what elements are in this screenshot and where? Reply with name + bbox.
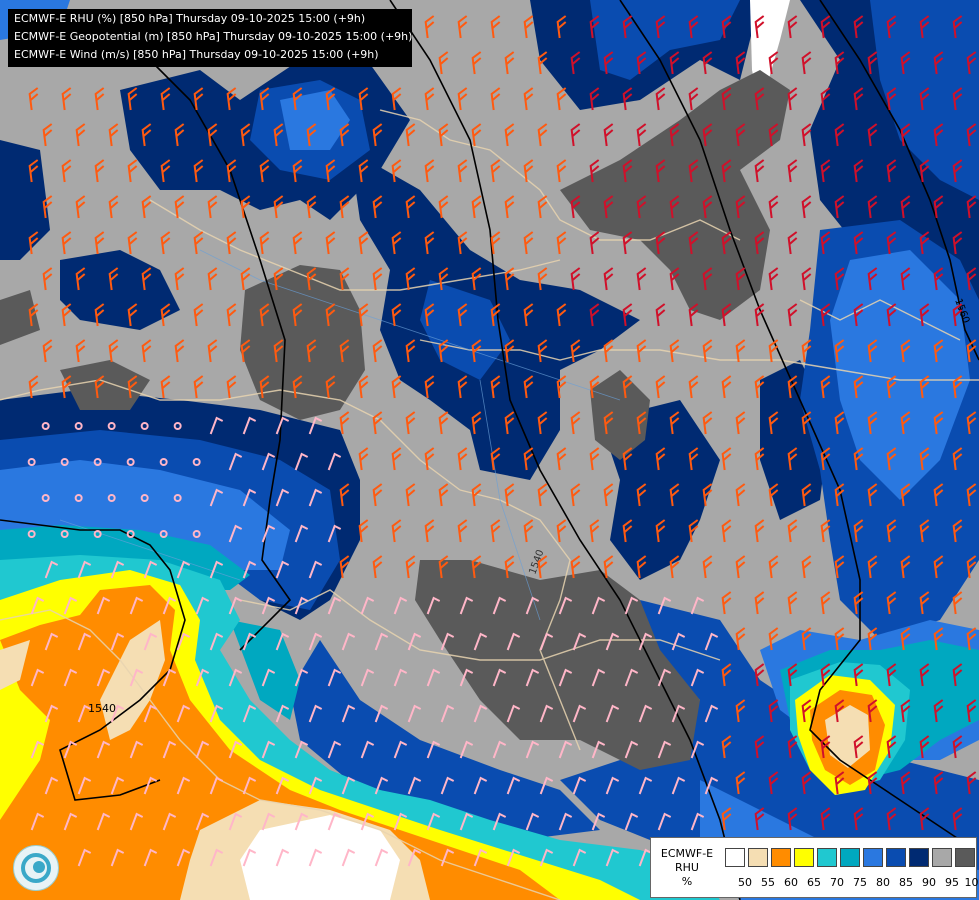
legend-tick-label: 70	[830, 876, 844, 889]
legend-tick-label: 50	[738, 876, 752, 889]
legend-swatch	[886, 848, 906, 867]
legend-label: ECMWF-E RHU %	[655, 847, 719, 889]
legend-swatch	[794, 848, 814, 867]
legend-swatch	[909, 848, 929, 867]
legend-variable: RHU	[675, 861, 699, 874]
title-geopotential: ECMWF-E Geopotential (m) [850 hPa] Thurs…	[14, 30, 413, 43]
legend-swatch	[817, 848, 837, 867]
title-wind: ECMWF-E Wind (m/s) [850 hPa] Thursday 09…	[14, 48, 379, 61]
legend-tick-label: 65	[807, 876, 821, 889]
legend-unit: %	[681, 875, 693, 888]
legend-tick-label: 90	[922, 876, 936, 889]
legend-swatch	[771, 848, 791, 867]
legend-swatch	[932, 848, 952, 867]
legend-swatch	[955, 848, 975, 867]
legend-swatch	[840, 848, 860, 867]
legend-tick-label: 95	[945, 876, 959, 889]
legend-swatch	[748, 848, 768, 867]
legend-swatch	[863, 848, 883, 867]
legend-tick-label: 85	[899, 876, 913, 889]
legend-tick-label: 75	[853, 876, 867, 889]
legend: ECMWF-E RHU % 50 55 60 65 70 75 80 85 90 95 100	[650, 837, 979, 898]
logo-icon	[13, 845, 59, 891]
title-box: ECMWF-E RHU (%) [850 hPa] Thursday 09-10…	[8, 9, 412, 67]
legend-tick-label: 80	[876, 876, 890, 889]
legend-tick-label: 60	[784, 876, 798, 889]
contour-label-1: 1540	[88, 702, 116, 715]
weather-map: 1540 1540 1560	[0, 0, 979, 900]
legend-model: ECMWF-E	[660, 847, 714, 860]
legend-tick-label: 100	[964, 876, 979, 889]
legend-tick-label: 55	[761, 876, 775, 889]
legend-swatch	[725, 848, 745, 867]
title-rhu: ECMWF-E RHU (%) [850 hPa] Thursday 09-10…	[14, 12, 366, 25]
